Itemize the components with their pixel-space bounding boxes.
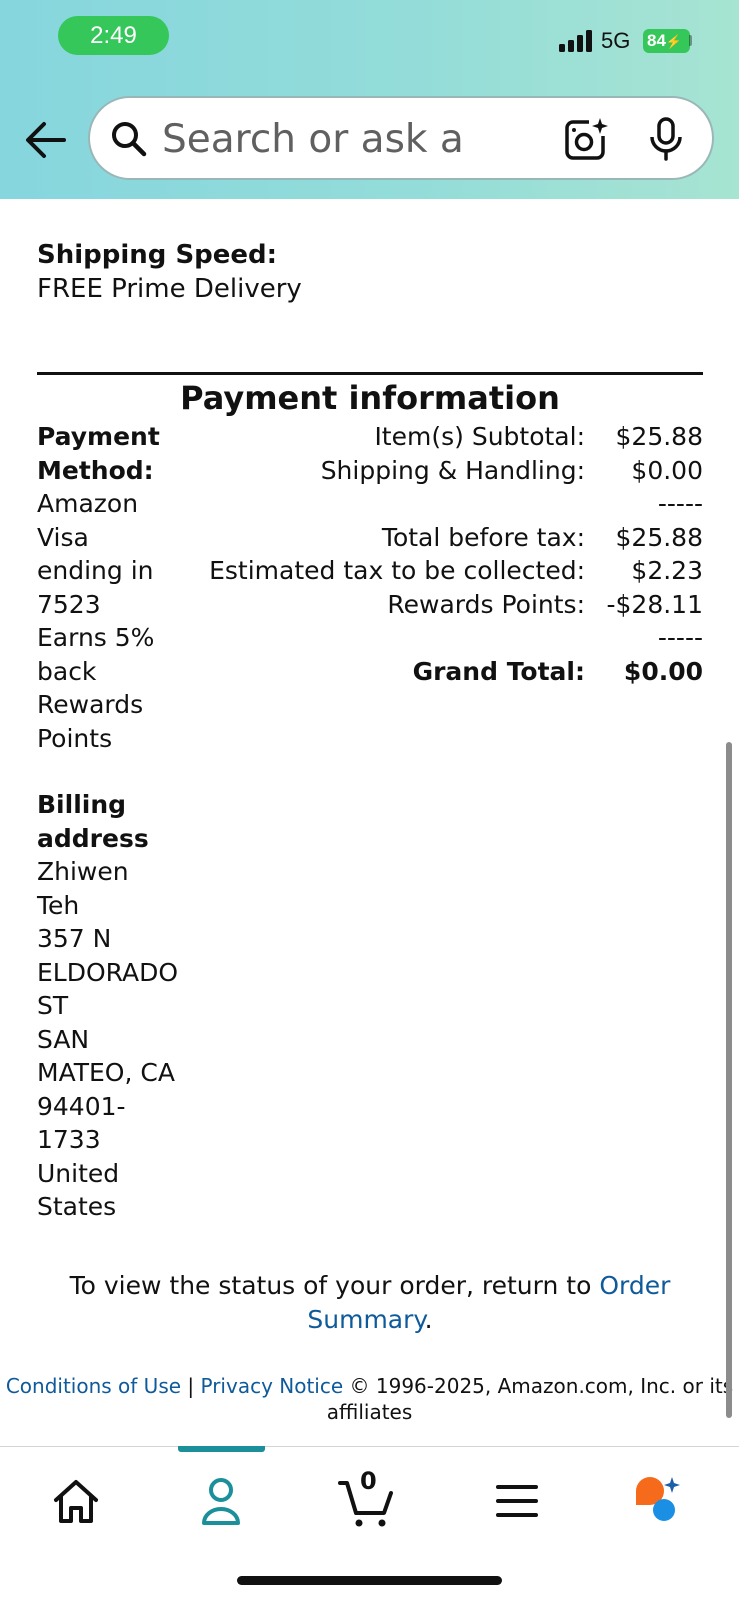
totals-row: -----: [190, 621, 703, 655]
billing-address-line: SAN: [37, 1024, 90, 1054]
copyright-text: © 1996-2025, Amazon.com, Inc. or its: [343, 1374, 734, 1398]
order-summary-link[interactable]: Order: [599, 1271, 670, 1300]
privacy-notice-link[interactable]: Privacy Notice: [201, 1374, 344, 1398]
totals-row: -----: [190, 487, 703, 521]
battery-icon: 84⚡: [643, 29, 690, 53]
payment-method-label: Payment: [37, 422, 160, 451]
payment-method-line: Earns 5%: [37, 623, 155, 652]
order-summary-link[interactable]: Summary: [307, 1305, 424, 1334]
totals-label: Shipping & Handling:: [320, 455, 585, 485]
payment-method-label: Method:: [37, 455, 154, 485]
billing-address-line: United: [37, 1158, 120, 1188]
billing-address-label: Billing: [37, 790, 127, 819]
legal-footer: Conditions of Use | Privacy Notice © 199…: [0, 1373, 739, 1425]
payment-method-line: Amazon: [37, 489, 139, 518]
search-icon: [110, 120, 148, 158]
totals-label: Item(s) Subtotal:: [374, 422, 585, 451]
camera-search-icon[interactable]: [563, 116, 609, 162]
tab-menu[interactable]: [488, 1473, 548, 1529]
section-divider: [37, 372, 703, 375]
billing-address-line: 1733: [37, 1125, 101, 1154]
header: 2:49 5G 84⚡: [0, 0, 739, 199]
billing-address-line: ELDORADO: [37, 957, 179, 987]
tab-account[interactable]: [192, 1473, 252, 1529]
billing-address-line: Teh: [37, 890, 80, 920]
billing-address-line: Zhiwen: [37, 857, 129, 886]
billing-address-line: States: [37, 1192, 117, 1221]
totals-row: Estimated tax to be collected: $2.23: [190, 554, 703, 588]
page: 2:49 5G 84⚡ Search or ask a q... Shippin…: [0, 0, 739, 1600]
order-status-period: .: [424, 1305, 433, 1334]
billing-address: Billing address Zhiwen Teh 357 N ELDORAD…: [37, 788, 197, 1224]
payment-method-line: 7523: [37, 589, 101, 619]
cart-count-badge: 0: [360, 1467, 377, 1495]
grand-total-value: $0.00: [623, 656, 703, 686]
home-indicator: [237, 1576, 502, 1585]
cellular-signal-icon: [559, 30, 594, 52]
payment-information-heading: Payment information: [180, 379, 560, 417]
search-input[interactable]: [162, 112, 462, 166]
grand-total-label: Grand Total:: [412, 656, 585, 686]
microphone-icon[interactable]: [648, 116, 684, 162]
tab-cart[interactable]: 0: [338, 1467, 398, 1529]
copyright-text-line2: affiliates: [326, 1400, 413, 1424]
totals-value: $2.23: [631, 556, 703, 585]
shipping-speed-value: FREE Prime Delivery: [37, 274, 302, 304]
payment-method-line: ending in: [37, 556, 154, 585]
billing-address-line: 357 N: [37, 924, 112, 953]
payment-method-line: back: [37, 656, 97, 686]
footer-separator: |: [181, 1374, 201, 1398]
search-bar[interactable]: [88, 96, 714, 180]
order-status-message: To view the status of your order, return…: [60, 1269, 680, 1337]
totals-row: Item(s) Subtotal: $25.88: [190, 420, 703, 454]
user-icon: [202, 1478, 240, 1525]
totals-value: -$28.11: [606, 589, 704, 619]
billing-address-line: ST: [37, 991, 69, 1020]
scrollbar[interactable]: [726, 742, 732, 1418]
totals-label: Estimated tax to be collected:: [209, 556, 585, 585]
back-arrow-icon[interactable]: [24, 118, 68, 162]
order-status-text: To view the status of your order, return…: [69, 1271, 592, 1300]
battery-level: 84: [647, 31, 666, 50]
totals-divider: -----: [657, 489, 703, 518]
payment-method-line: Visa: [37, 522, 89, 552]
totals-row: Rewards Points: -$28.11: [190, 588, 703, 622]
payment-method: Payment Method: Amazon Visa ending in 75…: [37, 420, 197, 755]
conditions-of-use-link[interactable]: Conditions of Use: [6, 1374, 181, 1398]
tab-rufus-assistant[interactable]: [632, 1473, 692, 1529]
totals-divider: -----: [657, 623, 703, 652]
billing-address-label: address: [37, 823, 149, 853]
tab-home[interactable]: [48, 1473, 108, 1529]
shipping-speed-label: Shipping Speed:: [37, 240, 278, 270]
order-totals: Item(s) Subtotal: $25.88 Shipping & Hand…: [190, 420, 703, 688]
totals-label: Total before tax:: [381, 522, 585, 552]
totals-value: $25.88: [615, 422, 703, 451]
billing-address-line: 94401-: [37, 1091, 126, 1121]
network-type: 5G: [601, 28, 631, 53]
status-time: 2:49: [58, 16, 169, 55]
active-tab-indicator: [178, 1446, 265, 1452]
hamburger-menu-icon: [496, 1485, 538, 1517]
billing-address-line: MATEO, CA: [37, 1058, 175, 1087]
totals-row: Total before tax: $25.88: [190, 521, 703, 555]
totals-value: $25.88: [615, 522, 703, 552]
rufus-assistant-icon: [636, 1477, 680, 1521]
battery-tip: [689, 35, 692, 46]
totals-row: Shipping & Handling: $0.00: [190, 454, 703, 488]
home-icon: [54, 1480, 98, 1523]
payment-method-line: Rewards: [37, 690, 144, 719]
totals-label: Rewards Points:: [387, 589, 585, 619]
payment-method-line: Points: [37, 723, 113, 753]
totals-value: $0.00: [631, 455, 703, 485]
grand-total-row: Grand Total: $0.00: [190, 655, 703, 689]
